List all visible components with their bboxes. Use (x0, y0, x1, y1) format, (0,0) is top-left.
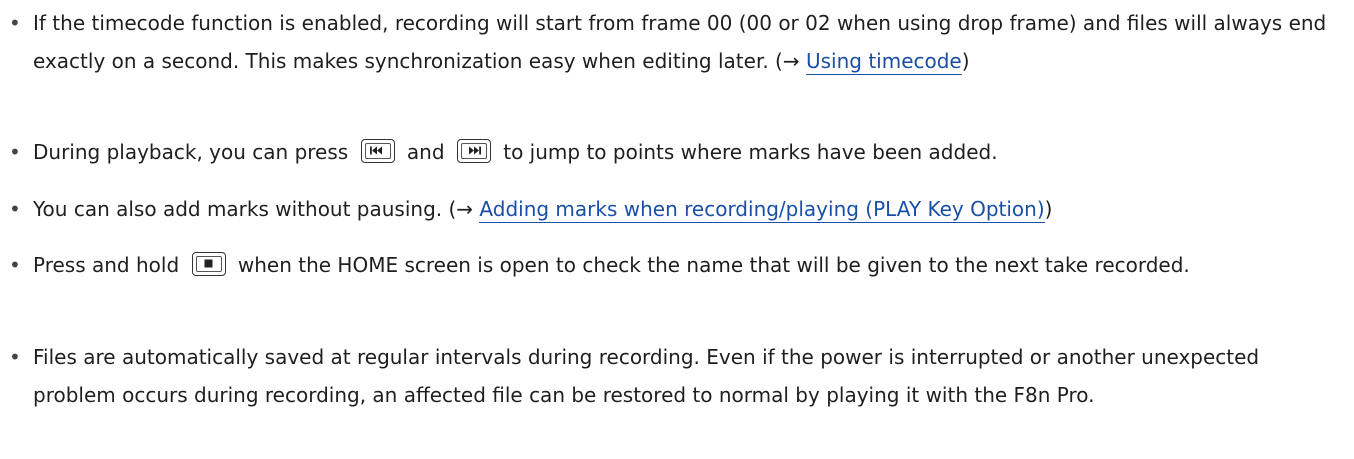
note-text: to jump to points where marks have been … (496, 140, 998, 164)
link-using-timecode[interactable]: Using timecode (805, 49, 962, 75)
note-text: If the timecode function is enabled, rec… (33, 11, 1327, 73)
bullet: • (9, 345, 21, 369)
note-text: and (400, 140, 451, 164)
note-playback-marks: • During playback, you can press and to … (9, 133, 1333, 171)
note-text: During playback, you can press (33, 140, 355, 164)
note-add-marks: • You can also add marks without pausing… (9, 190, 1333, 228)
note-text: You can also add marks without pausing. … (33, 197, 480, 221)
link-adding-marks[interactable]: Adding marks when recording/playing (PLA… (479, 197, 1045, 223)
note-auto-save: • Files are automatically saved at regul… (9, 338, 1333, 414)
note-timecode: • If the timecode function is enabled, r… (9, 4, 1333, 80)
note-text: when the HOME screen is open to check th… (231, 253, 1190, 277)
note-text-after: ) (1044, 197, 1053, 221)
bullet: • (9, 140, 21, 164)
bullet: • (9, 197, 21, 221)
bullet: • (9, 11, 21, 35)
bullet: • (9, 253, 21, 277)
note-text-after: ) (961, 49, 970, 73)
note-text: Files are automatically saved at regular… (33, 345, 1260, 407)
stop-key-icon (191, 252, 226, 276)
manual-page: • If the timecode function is enabled, r… (0, 0, 1354, 459)
note-take-name: • Press and hold when the HOME screen is… (9, 246, 1333, 284)
note-text: Press and hold (33, 253, 186, 277)
fast-forward-key-icon (456, 139, 491, 163)
rewind-key-icon (360, 139, 395, 163)
